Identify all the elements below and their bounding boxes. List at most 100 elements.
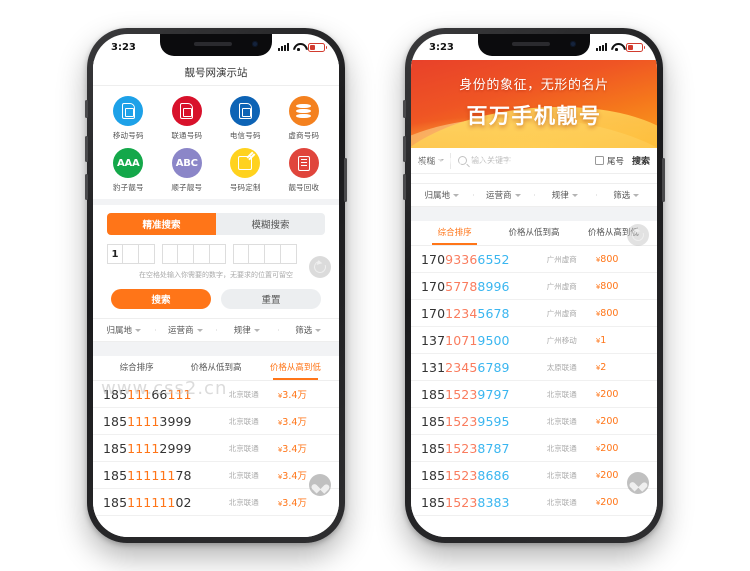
chevron-down-icon — [253, 328, 260, 332]
digit-cell[interactable] — [265, 244, 281, 264]
filter-pattern[interactable]: 规律 — [534, 189, 596, 201]
digit-cell[interactable] — [123, 244, 139, 264]
carrier-label: 北京联通 — [228, 416, 259, 426]
category-item-aaa[interactable]: AAA 豹子靓号 — [99, 148, 158, 193]
carrier-label: 太原联通 — [546, 362, 577, 372]
table-row[interactable]: 17012345678 广州虚商 ¥800 — [411, 300, 657, 327]
banner-title: 百万手机靓号 — [466, 103, 602, 128]
digit-cell[interactable] — [162, 244, 178, 264]
tab-exact-search[interactable]: 精准搜索 — [107, 213, 216, 235]
table-row[interactable]: 13123456789 太原联通 ¥2 — [411, 354, 657, 381]
digit-cell[interactable] — [210, 244, 226, 264]
sort-tabs-right: 综合排序 价格从低到高 价格从高到低 — [411, 221, 657, 245]
filter-bar-right: 归属地 运营商 规律 筛选 — [411, 183, 657, 207]
phone-number: 18515239797 — [421, 386, 510, 402]
filter-pattern[interactable]: 规律 — [216, 324, 278, 336]
table-row[interactable]: 18511112999 北京联通 ¥3.4万 — [93, 435, 339, 462]
table-row[interactable]: 18515238686 北京联通 ¥200 — [411, 462, 657, 489]
search-bar: 模糊 输入关键字 尾号 搜索 — [411, 148, 657, 174]
document-icon — [288, 148, 319, 178]
right-page: 身份的象征，无形的名片 百万手机靓号 模糊 输入关键字 尾号 搜索 归属地 运营… — [411, 60, 657, 537]
category-item-custom[interactable]: 号码定制 — [216, 148, 275, 193]
sort-tab-price-asc[interactable]: 价格从低到高 — [494, 221, 573, 245]
carrier-label: 广州虚商 — [546, 281, 577, 291]
carrier-label: 北京联通 — [546, 389, 577, 399]
table-row[interactable]: 18511113999 北京联通 ¥3.4万 — [93, 408, 339, 435]
status-indicators — [278, 42, 327, 52]
signal-bars-icon — [596, 43, 607, 51]
mute-switch[interactable] — [85, 100, 88, 118]
sort-tab-price-desc[interactable]: 价格从高到低 — [256, 356, 335, 380]
category-item-abc[interactable]: ABC 顺子靓号 — [158, 148, 217, 193]
digit-cell[interactable] — [194, 244, 210, 264]
price-label: ¥1 — [595, 334, 607, 346]
digit-cell[interactable] — [281, 244, 297, 264]
digit-group-3 — [233, 244, 297, 264]
price-label: ¥800 — [595, 307, 619, 319]
category-label: 虚商号码 — [288, 131, 320, 140]
search-input[interactable]: 输入关键字 — [450, 152, 589, 169]
search-placeholder: 输入关键字 — [471, 156, 512, 165]
filter-label: 运营商 — [167, 326, 194, 336]
power-button[interactable] — [662, 158, 665, 202]
abc-text: ABC — [175, 157, 198, 169]
digit-cell[interactable] — [249, 244, 265, 264]
table-row[interactable]: 17057788996 广州虚商 ¥800 — [411, 273, 657, 300]
table-row[interactable]: 13710719500 广州移动 ¥1 — [411, 327, 657, 354]
chevron-down-icon — [196, 328, 203, 332]
table-row[interactable]: 18515238383 北京联通 ¥200 — [411, 489, 657, 516]
table-row[interactable]: 18515239797 北京联通 ¥200 — [411, 381, 657, 408]
filter-carrier[interactable]: 运营商 — [154, 324, 217, 336]
digit-cell[interactable]: 1 — [107, 244, 123, 264]
pencil-edit-icon — [230, 148, 261, 178]
sort-tab-overall[interactable]: 综合排序 — [97, 356, 176, 380]
battery-low-icon — [626, 42, 645, 52]
reset-button[interactable]: 重置 — [221, 289, 321, 309]
battery-low-icon — [308, 42, 327, 52]
table-row[interactable]: 18511111102 北京联通 ¥3.4万 — [93, 489, 339, 516]
refresh-icon[interactable] — [309, 256, 331, 278]
table-row[interactable]: 18515238787 北京联通 ¥200 — [411, 435, 657, 462]
search-button[interactable]: 搜索 — [111, 289, 211, 309]
front-camera — [570, 41, 576, 47]
sort-tab-price-asc[interactable]: 价格从低到高 — [176, 356, 255, 380]
filter-carrier[interactable]: 运营商 — [472, 189, 535, 201]
category-item-unicom[interactable]: 联通号码 — [158, 96, 217, 141]
table-row[interactable]: 18515239595 北京联通 ¥200 — [411, 408, 657, 435]
table-row[interactable]: 18511166111 北京联通 ¥3.4万 — [93, 381, 339, 408]
carrier-label: 北京联通 — [228, 497, 259, 507]
filter-region[interactable]: 归属地 — [411, 189, 473, 201]
digit-cell[interactable] — [178, 244, 194, 264]
phone-number: 18515238686 — [421, 467, 510, 483]
earpiece-speaker — [193, 42, 232, 46]
refresh-icon[interactable] — [627, 224, 649, 246]
search-button[interactable]: 搜索 — [630, 154, 650, 167]
mute-switch[interactable] — [403, 100, 406, 118]
table-row[interactable]: 17093366552 广州虚商 ¥800 — [411, 246, 657, 273]
category-label: 电信号码 — [229, 131, 261, 140]
carrier-label: 北京联通 — [546, 443, 577, 453]
heart-icon[interactable] — [309, 474, 331, 496]
digit-cell[interactable] — [139, 244, 155, 264]
digit-cell[interactable] — [233, 244, 249, 264]
search-mode-dropdown[interactable]: 模糊 — [418, 155, 450, 167]
phone-left-screen: 3:23 靓号网演示站 移动号码 联通号码 电信号码 虚商号码 AAA 豹子靓号… — [93, 34, 339, 537]
category-label: 移动号码 — [112, 131, 144, 140]
table-row[interactable]: 18511111178 北京联通 ¥3.4万 — [93, 462, 339, 489]
sort-tab-overall[interactable]: 综合排序 — [415, 221, 494, 245]
power-button[interactable] — [344, 158, 347, 202]
category-item-recycle[interactable]: 靓号回收 — [275, 148, 334, 193]
category-item-telecom[interactable]: 电信号码 — [216, 96, 275, 141]
filter-region[interactable]: 归属地 — [93, 324, 155, 336]
filter-more[interactable]: 筛选 — [595, 189, 658, 201]
filter-more[interactable]: 筛选 — [277, 324, 340, 336]
tab-fuzzy-search[interactable]: 模糊搜索 — [216, 213, 325, 235]
tail-number-checkbox[interactable]: 尾号 — [589, 155, 630, 167]
heart-icon[interactable] — [627, 472, 649, 494]
chevron-down-icon — [453, 193, 459, 197]
category-item-mobile[interactable]: 移动号码 — [99, 96, 158, 141]
category-item-virtual[interactable]: 虚商号码 — [275, 96, 334, 141]
price-label: ¥3.4万 — [277, 417, 307, 428]
carrier-label: 北京联通 — [546, 416, 577, 426]
phone-number: 18511111178 — [103, 467, 192, 483]
